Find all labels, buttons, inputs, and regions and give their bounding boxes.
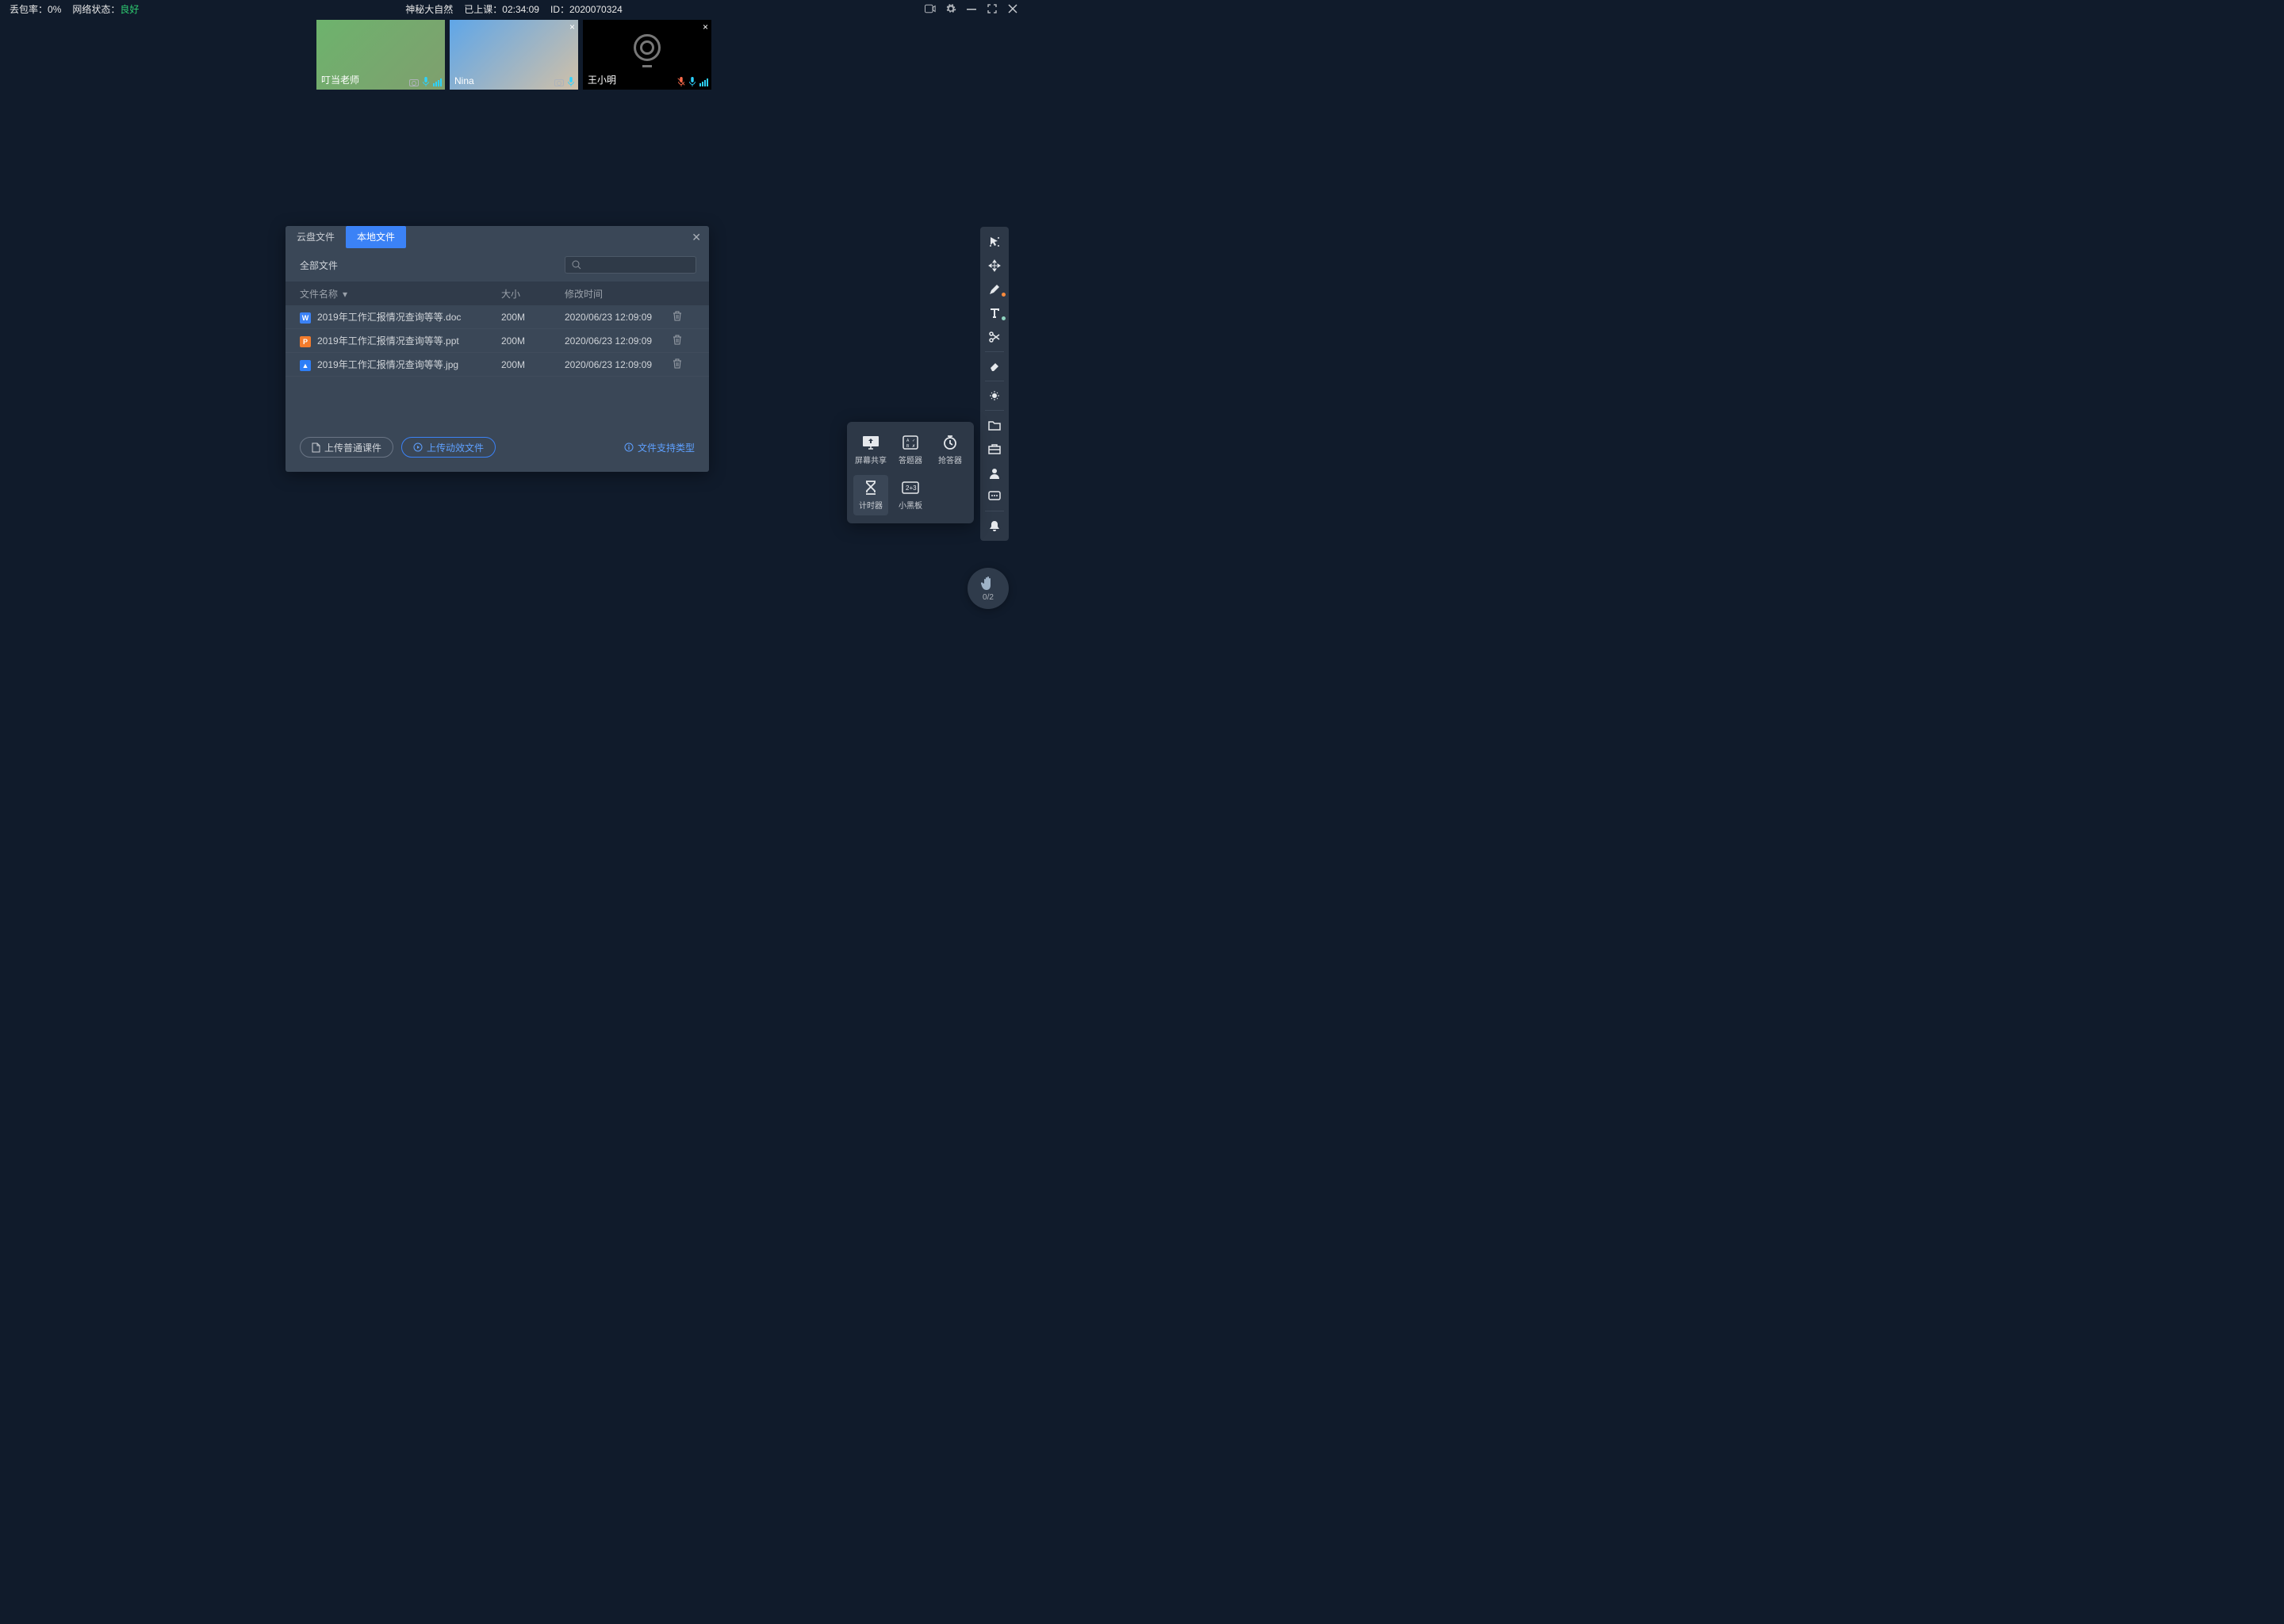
class-title: 神秘大自然	[405, 2, 453, 16]
dialog-close-icon[interactable]: ✕	[692, 231, 701, 244]
mic-icon	[688, 77, 696, 86]
upload-normal-button[interactable]: 上传普通课件	[300, 437, 393, 458]
close-icon[interactable]	[1007, 3, 1018, 14]
col-header-size[interactable]: 大小	[501, 287, 565, 301]
ppt-file-icon: P	[300, 336, 311, 347]
file-types-link[interactable]: 文件支持类型	[624, 441, 695, 454]
table-row[interactable]: ▲2019年工作汇报情况查询等等.jpg 200M 2020/06/23 12:…	[286, 353, 709, 377]
image-file-icon: ▲	[300, 360, 311, 371]
tool-blackboard[interactable]: 2+3 小黑板	[893, 475, 928, 515]
tool-responder[interactable]: 抢答器	[933, 430, 968, 470]
video-tile[interactable]: × 王小明	[583, 20, 711, 90]
svg-text:✗: ✗	[912, 444, 915, 449]
breadcrumb-all-files[interactable]: 全部文件	[300, 259, 338, 272]
signal-icon	[699, 79, 708, 86]
raise-hand-button[interactable]: 0/2	[968, 568, 1009, 609]
participant-name: Nina	[454, 75, 474, 86]
document-icon	[312, 442, 320, 453]
packet-loss: 丢包率：0%	[10, 2, 61, 16]
table-row[interactable]: P2019年工作汇报情况查询等等.ppt 200M 2020/06/23 12:…	[286, 329, 709, 353]
participant-name: 叮当老师	[321, 73, 359, 86]
svg-text:2+3: 2+3	[906, 485, 917, 492]
video-tile[interactable]: 叮当老师	[316, 20, 445, 90]
search-icon	[572, 260, 581, 270]
hourglass-icon	[864, 480, 878, 496]
pen-tool-icon[interactable]	[980, 278, 1009, 301]
tool-timer[interactable]: 计时器	[853, 475, 888, 515]
video-row: 叮当老师 × Nina × 王小明	[0, 17, 1028, 90]
minimize-icon[interactable]	[966, 3, 977, 14]
doc-file-icon: W	[300, 312, 311, 324]
chat-icon[interactable]	[980, 485, 1009, 508]
tile-close-icon[interactable]: ×	[703, 21, 708, 33]
camera-icon	[554, 79, 564, 86]
hand-count: 0/2	[983, 593, 994, 602]
camera-icon	[409, 79, 419, 86]
video-tile[interactable]: × Nina	[450, 20, 578, 90]
cursor-tool-icon[interactable]	[980, 230, 1009, 254]
eraser-tool-icon[interactable]	[980, 354, 1009, 378]
clock-icon	[942, 435, 958, 450]
right-toolbar	[980, 227, 1009, 541]
maximize-icon[interactable]	[987, 3, 998, 14]
table-header: 文件名称▾ 大小 修改时间	[286, 282, 709, 305]
mic-muted-icon	[677, 77, 685, 86]
text-tool-icon[interactable]	[980, 301, 1009, 325]
mic-icon	[567, 77, 575, 86]
camera-off-icon	[634, 34, 661, 61]
signal-icon	[433, 79, 442, 86]
info-icon	[624, 442, 634, 452]
play-icon	[413, 442, 423, 452]
user-icon[interactable]	[980, 461, 1009, 485]
mic-icon	[422, 77, 430, 86]
blackboard-icon: 2+3	[902, 481, 919, 494]
answer-icon: A✓B✗	[902, 435, 918, 450]
network-status: 网络状态：良好	[72, 2, 139, 16]
camera-toggle-icon[interactable]	[925, 3, 936, 14]
toolbox-icon[interactable]	[980, 437, 1009, 461]
upload-motion-button[interactable]: 上传动效文件	[401, 437, 496, 458]
search-input[interactable]	[565, 256, 696, 274]
delete-icon[interactable]	[673, 311, 695, 324]
table-row[interactable]: W2019年工作汇报情况查询等等.doc 200M 2020/06/23 12:…	[286, 305, 709, 329]
svg-text:B: B	[906, 444, 910, 449]
move-tool-icon[interactable]	[980, 254, 1009, 278]
session-id: ID：2020070324	[550, 2, 623, 16]
tab-local-files[interactable]: 本地文件	[346, 226, 406, 248]
scissors-tool-icon[interactable]	[980, 325, 1009, 349]
delete-icon[interactable]	[673, 358, 695, 371]
col-header-name[interactable]: 文件名称▾	[300, 287, 501, 301]
sun-tool-icon[interactable]	[980, 384, 1009, 408]
settings-icon[interactable]	[945, 3, 956, 14]
elapsed-time: 已上课：02:34:09	[464, 2, 539, 16]
file-dialog: 云盘文件 本地文件 ✕ 全部文件 文件名称▾ 大小 修改时间 W2019年工作汇…	[286, 226, 709, 472]
tool-screen-share[interactable]: 屏幕共享	[853, 430, 888, 470]
delete-icon[interactable]	[673, 335, 695, 347]
tile-close-icon[interactable]: ×	[569, 21, 575, 33]
svg-text:✓: ✓	[912, 439, 915, 443]
tool-answer[interactable]: A✓B✗ 答题器	[893, 430, 928, 470]
screen-share-icon	[862, 435, 879, 450]
sort-caret-icon: ▾	[343, 289, 347, 300]
folder-icon[interactable]	[980, 413, 1009, 437]
col-header-time[interactable]: 修改时间	[565, 287, 673, 301]
svg-text:A: A	[906, 439, 910, 443]
tools-panel: 屏幕共享 A✓B✗ 答题器 抢答器 计时器 2+3 小黑板	[847, 422, 974, 523]
top-bar: 丢包率：0% 网络状态：良好 神秘大自然 已上课：02:34:09 ID：202…	[0, 0, 1028, 17]
tab-cloud-files[interactable]: 云盘文件	[286, 226, 346, 248]
bell-icon[interactable]	[980, 514, 1009, 538]
participant-name: 王小明	[588, 73, 616, 86]
hand-icon	[981, 576, 995, 592]
